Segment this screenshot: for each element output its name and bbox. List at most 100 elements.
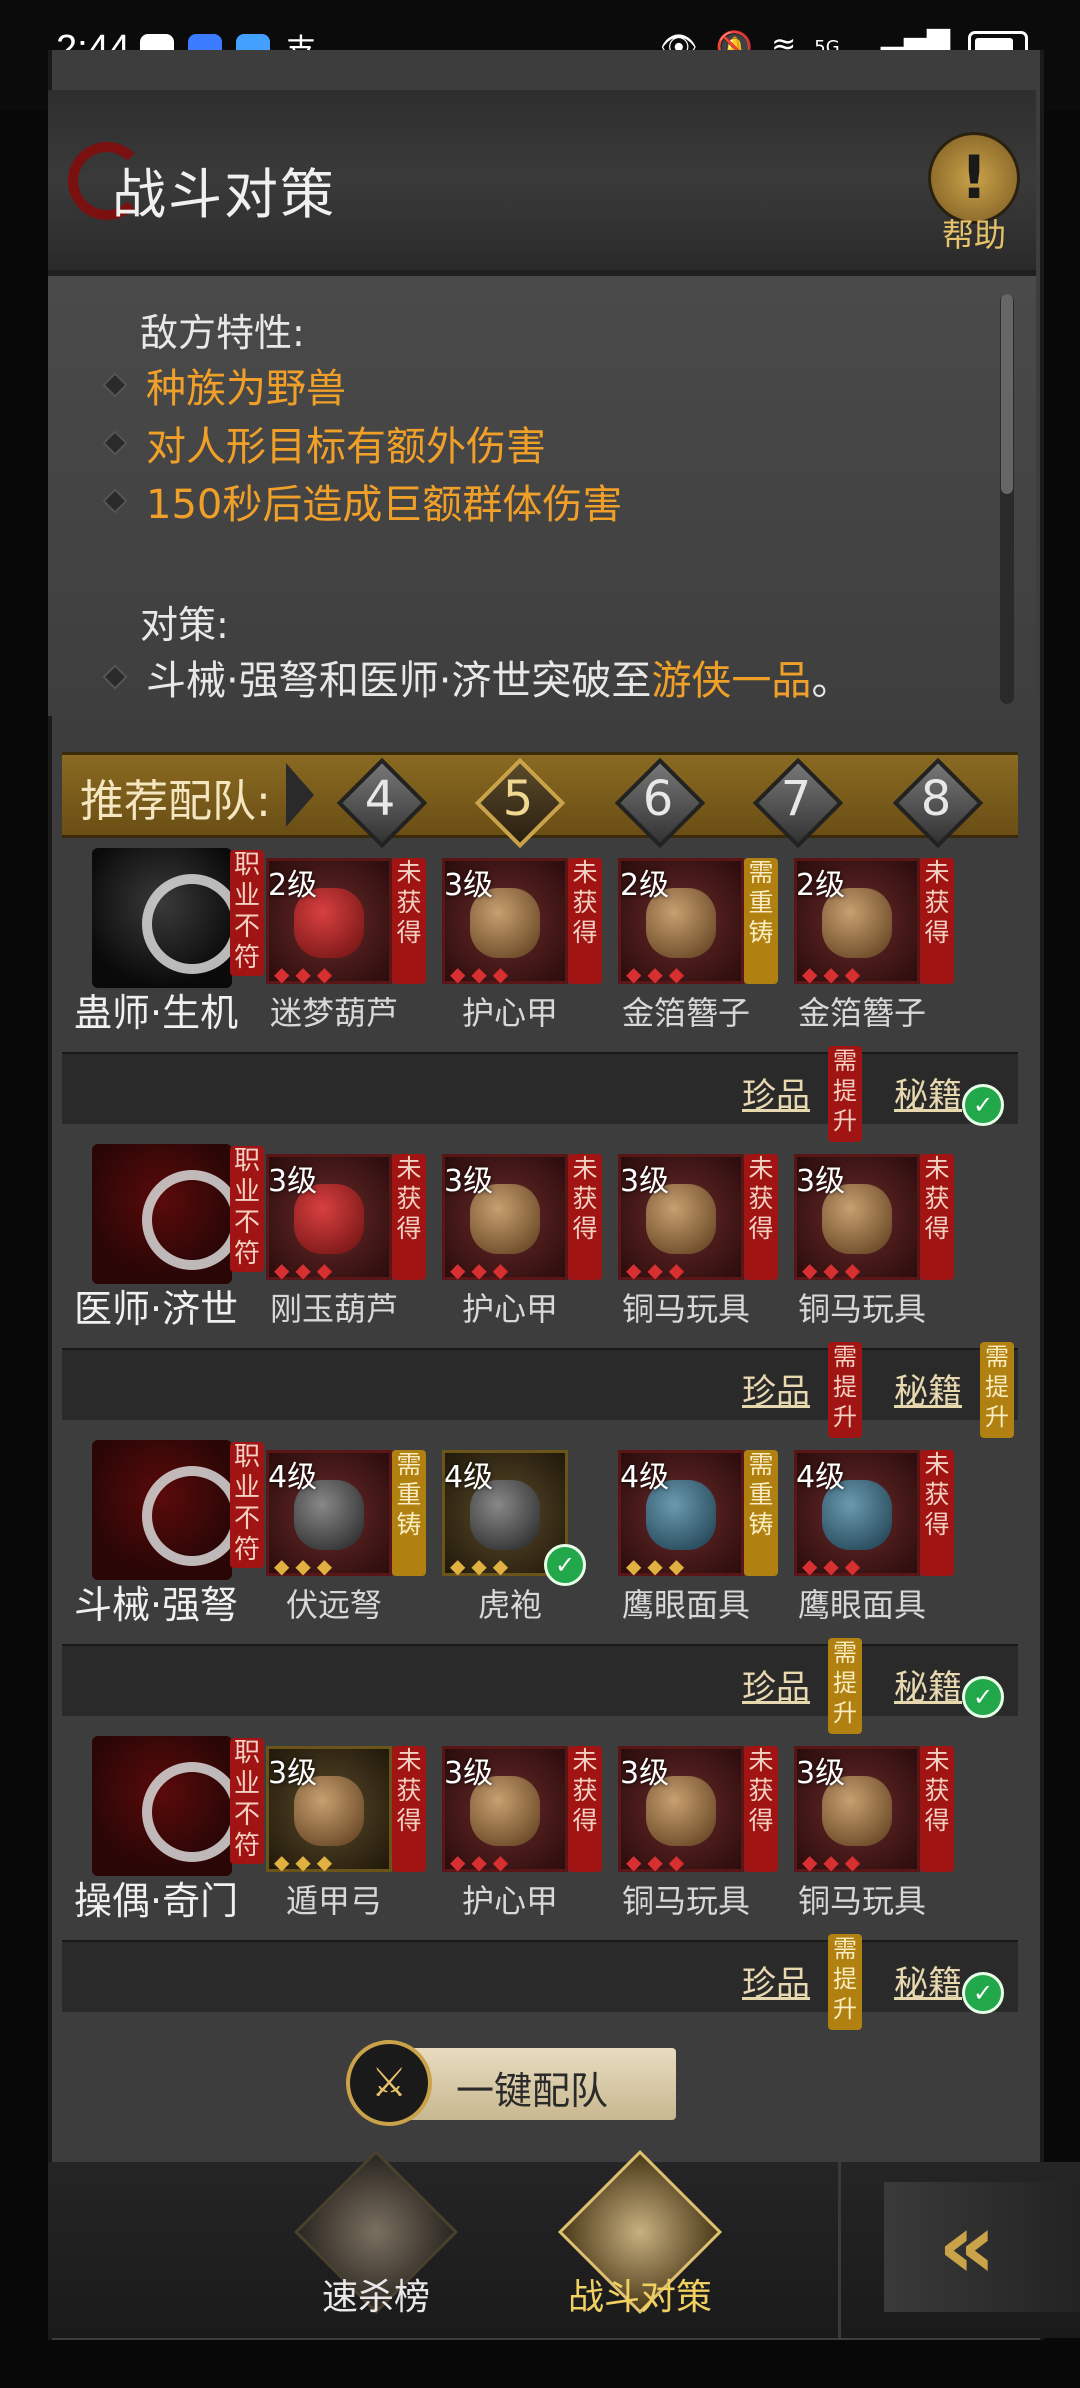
recommend-label: 推荐配队: [80,776,271,827]
one-key-team-button[interactable]: ⚔ 一键配队 [346,2040,686,2130]
secret-link[interactable]: 秘籍 [894,1660,962,1709]
equipment-level: 3级 [268,1164,318,1199]
equipment-level: 4级 [444,1460,494,1495]
info-scrollbar[interactable] [1000,294,1014,704]
help-label: 帮助 [941,216,1006,254]
role-portrait [92,1736,242,1876]
treasure-status-tag: 需提升 [828,1046,862,1142]
equipment-slot[interactable]: 3级 ◆◆◆ 未获得 铜马玩具 [608,1154,778,1328]
role-name: 斗械·强弩 [74,1583,239,1627]
equipment-slot[interactable]: 3级 ◆◆◆ 未获得 铜马玩具 [608,1746,778,1920]
star-dots-icon: ◆◆◆ [450,962,515,986]
role-portrait [92,1440,242,1580]
enemy-info-panel: 敌方特性: 种族为野兽 对人形目标有额外伤害 150秒后造成巨额群体伤害 对策:… [48,276,1036,716]
secret-link[interactable]: 秘籍 [894,1364,962,1413]
treasure-link[interactable]: 珍品 [742,1956,810,2005]
equipment-name: 铜马玩具 [797,1882,926,1920]
arrow-right-icon [286,763,314,827]
equipment-status-tag: 需重铸 [392,1450,426,1576]
treasure-status-tag: 需提升 [828,1638,862,1734]
star-dots-icon: ◆◆◆ [626,1554,691,1578]
equipment-level: 3级 [796,1164,846,1199]
team-size-7[interactable]: 7 [752,757,844,849]
star-dots-icon: ◆◆◆ [274,962,339,986]
help-button[interactable]: ! 帮助 [924,132,1024,254]
team-subbar: 珍品 需提升 秘籍 ✓ [62,1934,1018,2030]
star-dots-icon: ◆◆◆ [626,1258,691,1282]
equipment-name: 鹰眼面具 [797,1586,926,1624]
team-row: 职业不符 操偶·奇门 3级 ◆◆◆ 未获得 遁甲弓 3级 ◆◆◆ 未获得 护心甲 3级 ◆◆◆ 未获得铜… [62,1730,1018,1926]
double-chevron-left-icon: « [938,2194,997,2299]
equipment-slot[interactable]: 4级 ◆◆◆ 需重铸 鹰眼面具 [608,1450,778,1624]
equipment-level: 3级 [268,1756,318,1791]
star-dots-icon: ◆◆◆ [274,1258,339,1282]
secret-link[interactable]: 秘籍 [894,1956,962,2005]
treasure-status-tag: 需提升 [828,1342,862,1438]
equipment-slot[interactable]: 3级 ◆◆◆ 未获得 铜马玩具 [784,1154,954,1328]
equipment-level: 4级 [268,1460,318,1495]
equipment-status-tag: 未获得 [568,858,602,984]
tab-speed-kill[interactable]: 速杀榜 [293,2149,459,2338]
team-size-4[interactable]: 4 [336,757,428,849]
recommend-team-bar: 推荐配队: 4 5 6 7 8 [62,752,1018,849]
treasure-link[interactable]: 珍品 [742,1364,810,1413]
role-portrait [92,848,242,988]
equipment-slot[interactable]: 3级 ◆◆◆ 未获得 护心甲 [432,1154,602,1328]
tab-battle-strategy[interactable]: 战斗对策 [557,2149,723,2338]
equipment-status-tag: 未获得 [568,1746,602,1872]
equipment-level: 4级 [796,1460,846,1495]
tab-label: 战斗对策 [567,2277,712,2318]
equipment-level: 3级 [620,1756,670,1791]
page-header: 战斗对策 ! 帮助 [48,90,1036,276]
equipment-name: 刚玉葫芦 [269,1290,398,1328]
equipment-status-tag: 需重铸 [744,858,778,984]
page-title: 战斗对策 [112,163,336,226]
enemy-trait: 对人形目标有额外伤害 [102,414,546,472]
equipment-name: 迷梦葫芦 [269,994,398,1032]
team-subbar: 珍品 需提升 秘籍 ✓ [62,1638,1018,1734]
role-card[interactable]: 职业不符 蛊师·生机 [62,842,264,1035]
equipment-slot[interactable]: 3级 ◆◆◆ 未获得 护心甲 [432,1746,602,1920]
equipment-level: 2级 [620,868,670,903]
role-name: 医师·济世 [74,1287,239,1331]
role-card[interactable]: 职业不符 操偶·奇门 [62,1730,264,1923]
team-size-5[interactable]: 5 [474,757,566,849]
equipment-slot[interactable]: 4级 ◆◆◆ 未获得 鹰眼面具 [784,1450,954,1624]
team-size-6[interactable]: 6 [614,757,706,849]
scroll-thumb[interactable] [1001,294,1013,494]
treasure-link[interactable]: 珍品 [742,1068,810,1117]
equipment-slot[interactable]: 3级 ◆◆◆ 未获得 铜马玩具 [784,1746,954,1920]
equipment-slot[interactable]: 3级 ◆◆◆ 未获得 刚玉葫芦 [256,1154,426,1328]
equipment-slot[interactable]: 2级 ◆◆◆ 未获得 迷梦葫芦 [256,858,426,1032]
strategy-text: 斗械·强弩和医师·济世突破至 游侠一品。 [102,648,851,706]
sword-shield-icon: ⚔ [346,2040,432,2126]
equipment-level: 3级 [444,1756,494,1791]
secret-link[interactable]: 秘籍 [894,1068,962,1117]
role-card[interactable]: 职业不符 医师·济世 [62,1138,264,1331]
equipment-slot[interactable]: 2级 ◆◆◆ 未获得 金箔簪子 [784,858,954,1032]
role-emblem-icon [142,1466,242,1566]
team-size-8[interactable]: 8 [892,757,984,849]
treasure-link[interactable]: 珍品 [742,1660,810,1709]
bullet-icon [102,430,128,456]
equipment-name: 鹰眼面具 [621,1586,750,1624]
one-key-label: 一键配队 [456,2069,609,2113]
star-dots-icon: ◆◆◆ [450,1258,515,1282]
team-subbar: 珍品 需提升 秘籍 需提升 [62,1342,1018,1438]
equipment-name: 伏远弩 [285,1586,382,1624]
equipment-slot[interactable]: 3级 ◆◆◆ 未获得 护心甲 [432,858,602,1032]
equipment-slot[interactable]: 2级 ◆◆◆ 需重铸 金箔簪子 [608,858,778,1032]
equipment-slot[interactable]: 4级 ◆◆◆ ✓ 虎袍 [432,1450,602,1624]
check-icon: ✓ [962,1972,1004,2014]
equipment-name: 护心甲 [461,994,558,1032]
equipment-level: 3级 [444,868,494,903]
role-emblem-icon [142,1762,242,1862]
equipment-slot[interactable]: 3级 ◆◆◆ 未获得 遁甲弓 [256,1746,426,1920]
equipment-slot[interactable]: 4级 ◆◆◆ 需重铸 伏远弩 [256,1450,426,1624]
bullet-icon [102,664,128,690]
role-card[interactable]: 职业不符 斗械·强弩 [62,1434,264,1627]
star-dots-icon: ◆◆◆ [626,962,691,986]
role-name: 蛊师·生机 [74,991,239,1035]
back-button[interactable]: « [884,2182,1080,2312]
star-dots-icon: ◆◆◆ [274,1850,339,1874]
